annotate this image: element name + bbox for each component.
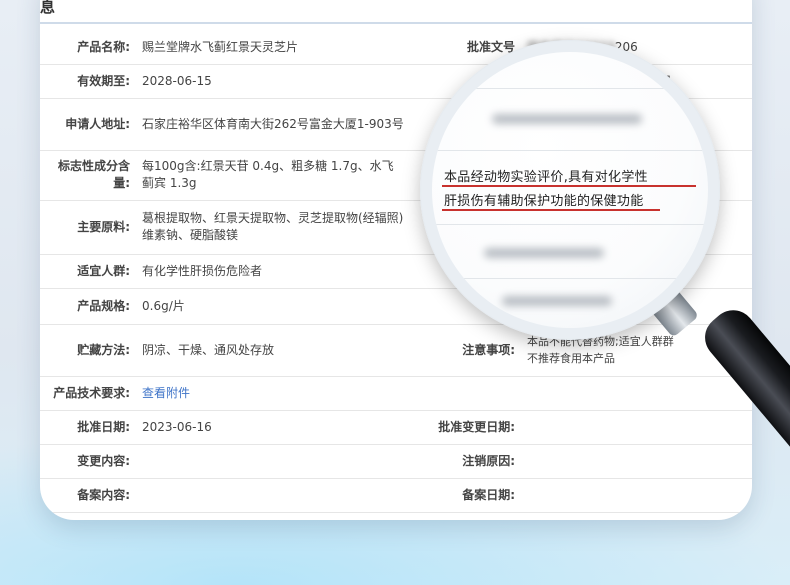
label-applicant-address: 申请人地址: (40, 98, 136, 151)
value-applicant-address: 石家庄裕华区体育南大街262号富金大厦1-903号 (136, 98, 411, 151)
lens-divider (432, 278, 708, 279)
label-approval-date: 批准日期: (40, 410, 136, 445)
magnifier-icon: 本品经动物实验评价,具有对化学性 肝损伤有辅助保护功能的保健功能 (420, 40, 720, 340)
label-product-name: 产品名称: (40, 32, 136, 65)
label-filing-date: 备案日期: (411, 478, 521, 513)
value-right-9 (521, 376, 752, 411)
label-main-ingredients: 主要原料: (40, 200, 136, 255)
table-row: 产品技术要求: 查看附件 (40, 376, 752, 411)
lens-highlight-line-2: 肝损伤有辅助保护功能的保健功能 (444, 194, 644, 209)
lens-underline-1 (442, 185, 696, 187)
label-cancel-reason: 注销原因: (411, 444, 521, 479)
label-storage: 贮藏方法: (40, 324, 136, 377)
lens-divider (432, 88, 708, 89)
label-marker-content: 标志性成分含量: (40, 150, 136, 201)
label-right-9 (411, 376, 521, 411)
value-change-approval-date (521, 410, 752, 445)
lens-divider (432, 224, 708, 225)
label-change-approval-date: 批准变更日期: (411, 410, 521, 445)
tech-requirements-cell: 查看附件 (136, 376, 411, 411)
value-main-ingredients: 葛根提取物、红景天提取物、灵芝提取物(经辐照)维素钠、硬脂酸镁 (136, 200, 411, 255)
label-expiry: 有效期至: (40, 64, 136, 99)
value-target-population: 有化学性肝损伤危险者 (136, 254, 411, 289)
value-product-name: 赐兰堂牌水飞蓟红景天灵芝片 (136, 32, 411, 65)
value-approval-date: 2023-06-16 (136, 410, 411, 445)
value-cancel-reason (521, 444, 752, 479)
card-title: 息 (40, 0, 56, 16)
label-tech-requirements: 产品技术要求: (40, 376, 136, 411)
card-header: 息 (40, 0, 752, 24)
lens-underline-2 (442, 209, 660, 211)
lens-blurred-text (502, 296, 612, 306)
value-storage: 阴凉、干燥、通风处存放 (136, 324, 411, 377)
lens-divider (432, 150, 708, 151)
value-specification: 0.6g/片 (136, 288, 411, 325)
value-change-content (136, 444, 411, 479)
view-attachment-link[interactable]: 查看附件 (142, 386, 190, 400)
table-row: 备案内容: 备案日期: (40, 478, 752, 513)
value-filing-date (521, 478, 752, 513)
label-target-population: 适宜人群: (40, 254, 136, 289)
value-marker-content: 每100g含:红景天苷 0.4g、粗多糖 1.7g、水飞蓟宾 1.3g (136, 150, 411, 201)
table-row: 批准日期: 2023-06-16 批准变更日期: (40, 410, 752, 445)
lens-highlight-line-1: 本品经动物实验评价,具有对化学性 (444, 170, 648, 185)
magnifier-glass: 本品经动物实验评价,具有对化学性 肝损伤有辅助保护功能的保健功能 (432, 52, 708, 328)
label-filing-content: 备案内容: (40, 478, 136, 513)
value-expiry: 2028-06-15 (136, 64, 411, 99)
table-row: 变更内容: 注销原因: (40, 444, 752, 479)
lens-blurred-text (492, 114, 642, 124)
value-filing-content (136, 478, 411, 513)
label-change-content: 变更内容: (40, 444, 136, 479)
lens-blurred-text (484, 248, 604, 258)
label-specification: 产品规格: (40, 288, 136, 325)
